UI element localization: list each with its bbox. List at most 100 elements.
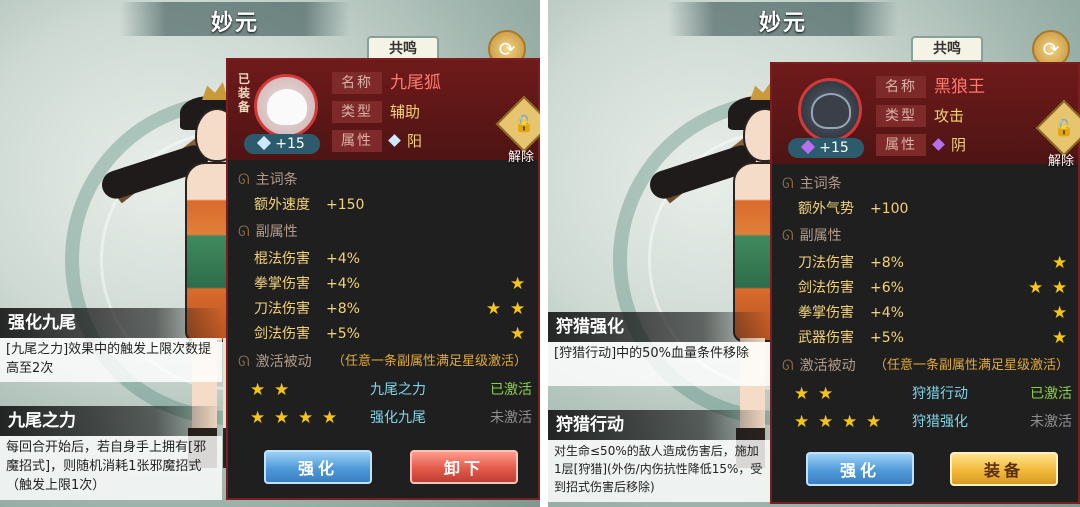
skill-title: 九尾之力 <box>0 406 222 436</box>
passive-status: 已激活 <box>1030 386 1072 402</box>
yin-gem-icon <box>932 138 945 151</box>
sub-stat-row: 刀法伤害 +8% <box>254 298 360 320</box>
equipped-badge: 已装备 <box>238 72 251 114</box>
attr-value-text: 阳 <box>407 132 423 150</box>
stat-value: +5% <box>870 330 904 346</box>
attr-value: 阳 <box>388 130 423 152</box>
sub-stat-heading-text: 副属性 <box>799 228 842 244</box>
attr-label: 属性 <box>876 134 926 156</box>
main-stat-heading-text: 主词条 <box>255 172 298 188</box>
passive-status: 已激活 <box>490 382 532 398</box>
sub-stat-row: 剑法伤害 +6% <box>798 277 904 299</box>
swirl-icon: ᘏ <box>782 176 794 192</box>
stat-value: +150 <box>326 197 365 213</box>
enhance-button[interactable]: 强化 <box>806 452 914 486</box>
skill-description: [九尾之力]效果中的触发上限次数提高至2次 <box>0 338 222 382</box>
item-portrait[interactable] <box>254 74 318 138</box>
stat-name: 剑法伤害 <box>254 326 310 342</box>
sub-stat-row: 刀法伤害 +8% <box>798 252 904 274</box>
main-stat-heading: ᘏ 主词条 <box>238 170 298 190</box>
swirl-icon: ᘏ <box>238 354 250 370</box>
black-wolf-icon <box>811 93 851 129</box>
left-panel: 妙元 共鸣 ⟳ 强化九尾 [九尾之力]效果中的触发上限次数提高至2次 九尾之力 … <box>0 0 540 507</box>
star-icon: ★ <box>818 412 834 432</box>
star-icon: ★ <box>1052 303 1068 323</box>
sub-stat-heading: ᘏ 副属性 <box>782 226 842 246</box>
star-icon: ★ <box>794 412 810 432</box>
sub-stat-row: 拳掌伤害 +4% <box>254 273 360 295</box>
activation-hint: （任意一条副属性满足星级激活） <box>332 354 528 369</box>
sub-stat-row: 棍法伤害 +4% <box>254 248 360 270</box>
sub-stat-heading-text: 副属性 <box>255 224 298 240</box>
stat-value: +100 <box>870 201 909 217</box>
crown-icon <box>202 82 228 100</box>
stat-name: 武器伤害 <box>798 330 854 346</box>
main-stat-heading: ᘏ 主词条 <box>782 174 842 194</box>
attr-label: 名称 <box>332 72 382 94</box>
star-icon: ★ <box>250 408 266 428</box>
stat-value: +4% <box>326 276 360 292</box>
star-icon: ★ <box>866 412 882 432</box>
swirl-icon: ᘏ <box>782 358 794 374</box>
unequip-label[interactable]: 解除 <box>1048 150 1074 169</box>
equip-button[interactable]: 装备 <box>950 452 1058 486</box>
item-portrait[interactable] <box>798 78 862 142</box>
skill-title: 狩猎行动 <box>548 410 770 440</box>
stat-value: +4% <box>326 251 360 267</box>
main-stat: 额外速度 +150 <box>254 194 364 216</box>
stat-name: 剑法伤害 <box>798 280 854 296</box>
attr-value: 攻击 <box>934 107 965 125</box>
stat-value: +4% <box>870 305 904 321</box>
sub-stat-row: 剑法伤害 +5% <box>254 323 360 345</box>
equipment-card: 已装备 +15 名称 九尾狐 类型 辅助 属性 阳 🔓 解除 ᘏ 主词条 额外速… <box>226 58 540 500</box>
stat-name: 拳掌伤害 <box>798 305 854 321</box>
attr-label: 名称 <box>876 76 926 98</box>
star-icon: ★ <box>1028 278 1044 298</box>
stat-value: +8% <box>870 255 904 271</box>
yang-gem-icon <box>257 135 272 151</box>
nine-tailed-fox-icon <box>267 89 307 125</box>
sub-stat-heading: ᘏ 副属性 <box>238 222 298 242</box>
unequip-button[interactable]: 卸下 <box>410 450 518 484</box>
title-banner: 妙元 <box>120 2 350 36</box>
passive-status: 未激活 <box>1030 414 1072 430</box>
stat-name: 额外速度 <box>254 197 310 213</box>
skill-title: 强化九尾 <box>0 308 222 338</box>
stat-value: +8% <box>326 301 360 317</box>
star-icon: ★ <box>1052 328 1068 348</box>
item-level: +15 <box>788 138 864 158</box>
star-icon: ★ <box>818 384 834 404</box>
passive-name[interactable]: 强化九尾 <box>370 408 426 428</box>
star-icon: ★ <box>486 299 502 319</box>
star-icon: ★ <box>322 408 338 428</box>
star-icon: ★ <box>510 324 526 344</box>
skill-description: 每回合开始后，若自身手上拥有[邪魔招式]，则随机消耗1张邪魔招式（触发上限1次） <box>0 436 222 500</box>
attr-value: 阴 <box>932 134 967 156</box>
main-stat: 额外气势 +100 <box>798 198 908 220</box>
yin-gem-icon <box>801 139 816 155</box>
star-icon: ★ <box>842 412 858 432</box>
stat-name: 刀法伤害 <box>254 301 310 317</box>
stat-name: 额外气势 <box>798 201 854 217</box>
passive-heading-text: 激活被动 <box>799 358 856 374</box>
passive-heading: ᘏ 激活被动 <box>782 356 856 376</box>
stat-name: 棍法伤害 <box>254 251 310 267</box>
item-level: +15 <box>244 134 320 154</box>
passive-name[interactable]: 九尾之力 <box>370 380 426 400</box>
star-icon: ★ <box>1052 278 1068 298</box>
attr-label: 类型 <box>876 105 926 127</box>
level-value: +15 <box>819 140 849 156</box>
character-name: 妙元 <box>758 11 807 36</box>
star-icon: ★ <box>1052 253 1068 273</box>
unequip-label[interactable]: 解除 <box>508 146 534 165</box>
attr-value-text: 阴 <box>951 136 967 154</box>
passive-name[interactable]: 狩猎强化 <box>912 412 968 432</box>
enhance-button[interactable]: 强化 <box>264 450 372 484</box>
resonance-tab[interactable]: 共鸣 <box>911 36 983 62</box>
star-icon: ★ <box>250 380 266 400</box>
equipment-card: +15 名称 黑狼王 类型 攻击 属性 阴 🔓 解除 ᘏ 主词条 额外气势 +100… <box>770 62 1080 504</box>
star-icon: ★ <box>274 408 290 428</box>
passive-name[interactable]: 狩猎行动 <box>912 384 968 404</box>
level-value: +15 <box>275 136 305 152</box>
skill-title: 狩猎强化 <box>548 312 770 342</box>
